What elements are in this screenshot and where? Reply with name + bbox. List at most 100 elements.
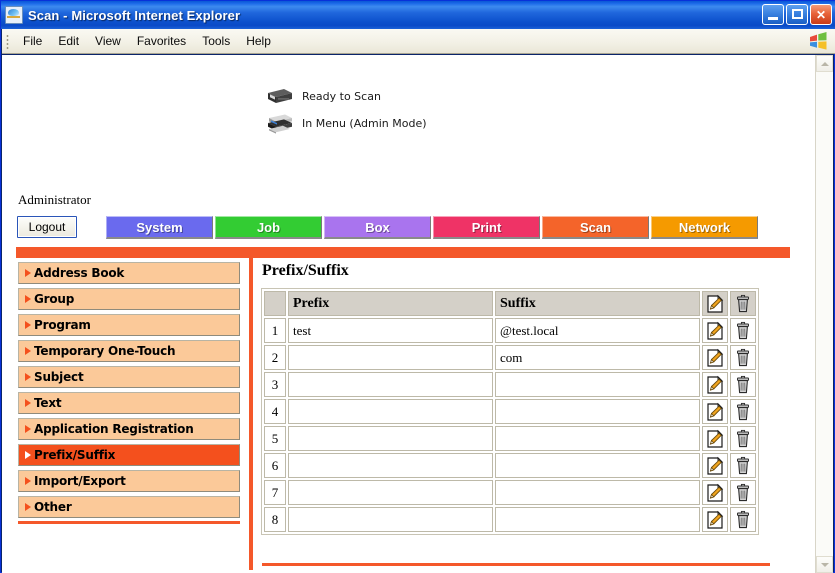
row-delete-button[interactable] [730, 399, 756, 424]
row-delete-button[interactable] [730, 426, 756, 451]
cell-prefix[interactable] [288, 426, 493, 451]
cell-prefix[interactable] [288, 480, 493, 505]
table-row[interactable]: 8 [264, 507, 756, 532]
sidebar-item-application-registration[interactable]: Application Registration [18, 418, 240, 440]
triangle-right-icon [25, 451, 31, 459]
menu-item-help[interactable]: Help [238, 31, 279, 51]
cell-suffix[interactable]: @test.local [495, 318, 700, 343]
table-row[interactable]: 1 test @test.local [264, 318, 756, 343]
browser-window: Scan - Microsoft Internet Explorer ✕ Fil… [0, 0, 835, 573]
page-title: Prefix/Suffix [262, 262, 349, 279]
sidebar-item-label: Address Book [34, 266, 125, 280]
row-delete-button[interactable] [730, 507, 756, 532]
menu-item-view[interactable]: View [87, 31, 129, 51]
scroll-down-button[interactable] [816, 556, 833, 573]
cell-prefix[interactable] [288, 372, 493, 397]
table-row[interactable]: 7 [264, 480, 756, 505]
row-edit-button[interactable] [702, 372, 728, 397]
sidebar-item-text[interactable]: Text [18, 392, 240, 414]
menu-item-edit[interactable]: Edit [50, 31, 87, 51]
cell-suffix[interactable] [495, 453, 700, 478]
triangle-right-icon [25, 321, 31, 329]
cell-suffix[interactable]: com [495, 345, 700, 370]
sidebar-item-label: Temporary One-Touch [34, 344, 176, 358]
window-title: Scan - Microsoft Internet Explorer [28, 7, 241, 23]
vertical-divider [249, 258, 253, 570]
sidebar-item-prefix-suffix[interactable]: Prefix/Suffix [18, 444, 240, 466]
menu-item-file[interactable]: File [15, 31, 50, 51]
row-number: 7 [264, 480, 286, 505]
delete-icon [731, 508, 755, 531]
table-row[interactable]: 6 [264, 453, 756, 478]
row-edit-button[interactable] [702, 399, 728, 424]
cell-prefix[interactable] [288, 345, 493, 370]
menu-item-favorites[interactable]: Favorites [129, 31, 194, 51]
cell-suffix[interactable] [495, 480, 700, 505]
cell-prefix[interactable] [288, 399, 493, 424]
cell-prefix[interactable]: test [288, 318, 493, 343]
device-status-block: Ready to Scan In Menu (Admin Mode) [264, 83, 427, 137]
row-delete-button[interactable] [730, 480, 756, 505]
sidebar-item-group[interactable]: Group [18, 288, 240, 310]
scroll-up-button[interactable] [816, 55, 833, 72]
cell-suffix[interactable] [495, 507, 700, 532]
menu-item-tools[interactable]: Tools [194, 31, 238, 51]
cell-suffix[interactable] [495, 426, 700, 451]
header-row-number [264, 291, 286, 316]
ie-document-icon [5, 6, 23, 24]
tab-print[interactable]: Print [433, 216, 540, 239]
tab-system[interactable]: System [106, 216, 213, 239]
row-edit-button[interactable] [702, 318, 728, 343]
row-delete-button[interactable] [730, 372, 756, 397]
sidebar-item-label: Subject [34, 370, 84, 384]
row-delete-button[interactable] [730, 318, 756, 343]
cell-suffix[interactable] [495, 372, 700, 397]
sidebar-bottom-rule [18, 521, 240, 524]
cell-suffix[interactable] [495, 399, 700, 424]
maximize-button[interactable] [786, 4, 808, 25]
maximize-icon [792, 9, 803, 19]
sidebar-item-label: Application Registration [34, 422, 194, 436]
row-edit-button[interactable] [702, 453, 728, 478]
tab-box[interactable]: Box [324, 216, 431, 239]
sidebar-item-other[interactable]: Other [18, 496, 240, 518]
sidebar-item-label: Group [34, 292, 75, 306]
minimize-button[interactable] [762, 4, 784, 25]
row-delete-button[interactable] [730, 453, 756, 478]
content-panel: Prefix/Suffix Prefix Suffix 1 test @test… [261, 262, 759, 535]
tab-scan[interactable]: Scan [542, 216, 649, 239]
cell-prefix[interactable] [288, 507, 493, 532]
sidebar-item-address-book[interactable]: Address Book [18, 262, 240, 284]
table-row[interactable]: 4 [264, 399, 756, 424]
row-edit-button[interactable] [702, 426, 728, 451]
cell-prefix[interactable] [288, 453, 493, 478]
tab-network[interactable]: Network [651, 216, 758, 239]
delete-icon [731, 373, 755, 396]
triangle-right-icon [25, 347, 31, 355]
row-delete-button[interactable] [730, 345, 756, 370]
close-button[interactable]: ✕ [810, 4, 832, 25]
delete-icon [731, 400, 755, 423]
content-bottom-rule [262, 563, 770, 566]
sidebar-item-import-export[interactable]: Import/Export [18, 470, 240, 492]
table-row[interactable]: 5 [264, 426, 756, 451]
sidebar-item-temporary-one-touch[interactable]: Temporary One-Touch [18, 340, 240, 362]
table-row[interactable]: 3 [264, 372, 756, 397]
edit-icon [703, 427, 727, 450]
delete-icon [731, 481, 755, 504]
edit-icon [703, 292, 727, 315]
sidebar-item-subject[interactable]: Subject [18, 366, 240, 388]
row-edit-button[interactable] [702, 480, 728, 505]
menu-grip-handle[interactable] [6, 33, 9, 49]
table-row[interactable]: 2 com [264, 345, 756, 370]
row-edit-button[interactable] [702, 507, 728, 532]
sidebar-item-label: Text [34, 396, 62, 410]
logout-button[interactable]: Logout [17, 216, 77, 238]
header-delete-icon-cell [730, 291, 756, 316]
sidebar-item-program[interactable]: Program [18, 314, 240, 336]
row-edit-button[interactable] [702, 345, 728, 370]
status-label-scanner: Ready to Scan [302, 90, 381, 103]
tab-job[interactable]: Job [215, 216, 322, 239]
vertical-scrollbar[interactable] [815, 55, 833, 573]
edit-icon [703, 508, 727, 531]
